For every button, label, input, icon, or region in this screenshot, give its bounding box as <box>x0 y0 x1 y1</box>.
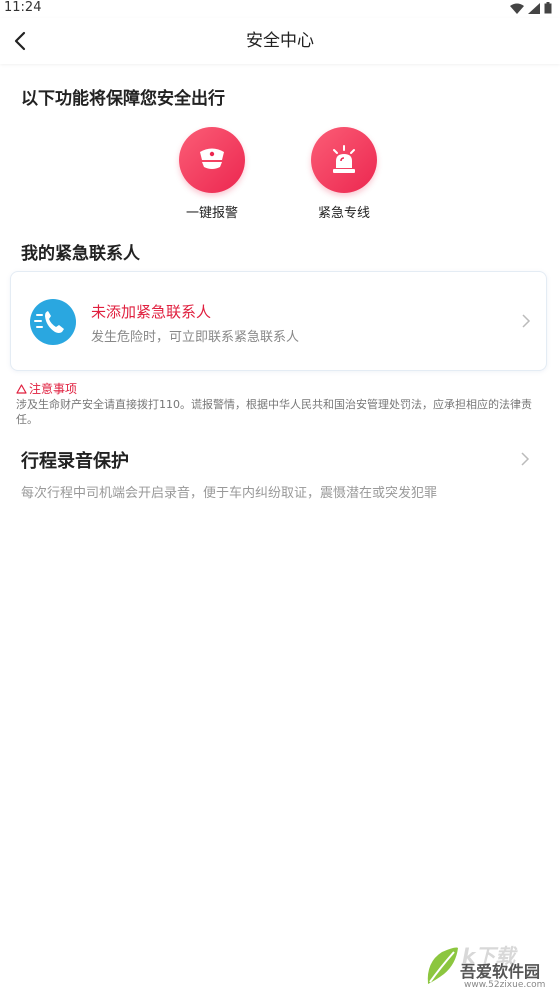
chevron-right-icon <box>522 314 531 328</box>
leaf-logo-icon <box>427 947 458 984</box>
emergency-circle <box>311 127 377 193</box>
wifi-icon <box>510 3 524 14</box>
watermark-line3: www.52zixue.com <box>464 980 546 990</box>
one-key-alarm-label: 一键报警 <box>185 206 238 221</box>
trip-recording-title: 行程录音保护 <box>21 451 129 472</box>
features-heading: 以下功能将保障您安全出行 <box>21 89 225 109</box>
siren-icon <box>333 145 355 173</box>
status-icons <box>510 2 552 14</box>
contacts-heading: 我的紧急联系人 <box>21 244 140 264</box>
status-bar: 11:24 <box>0 0 560 16</box>
emergency-line-label: 紧急专线 <box>317 206 370 221</box>
watermark: k下载 吾爱软件园 www.52zixue.com <box>424 936 554 994</box>
page-title: 安全中心 <box>246 31 314 51</box>
signal-icon <box>528 2 540 14</box>
watermark-line2: 吾爱软件园 <box>460 962 541 981</box>
police-cap-icon <box>200 148 224 169</box>
chevron-right-icon[interactable] <box>518 452 532 466</box>
trip-recording-description: 每次行程中司机端会开启录音，便于车内纠纷取证，震慑潜在或突发犯罪 <box>21 486 438 501</box>
alarm-circle <box>179 127 245 193</box>
one-key-alarm-button[interactable]: 一键报警 <box>162 127 262 221</box>
battery-icon <box>544 2 552 14</box>
status-time: 11:24 <box>4 0 42 15</box>
emergency-line-button[interactable]: 紧急专线 <box>294 127 394 221</box>
nav-bar: 安全中心 <box>0 18 560 64</box>
contact-card-title: 未添加紧急联系人 <box>91 303 212 321</box>
contact-card-subtitle: 发生危险时，可立即联系紧急联系人 <box>91 330 300 345</box>
notice-title-text: 注意事项 <box>29 382 78 396</box>
add-emergency-contact-card[interactable]: 未添加紧急联系人 发生危险时，可立即联系紧急联系人 <box>10 271 547 371</box>
warning-icon <box>16 383 27 394</box>
phone-icon <box>30 299 76 345</box>
notice-body: 涉及生命财产安全请直接拨打110。谎报警情，根据中华人民共和国治安管理处罚法，应… <box>16 398 532 426</box>
notice-title: 注意事项 <box>16 380 77 397</box>
